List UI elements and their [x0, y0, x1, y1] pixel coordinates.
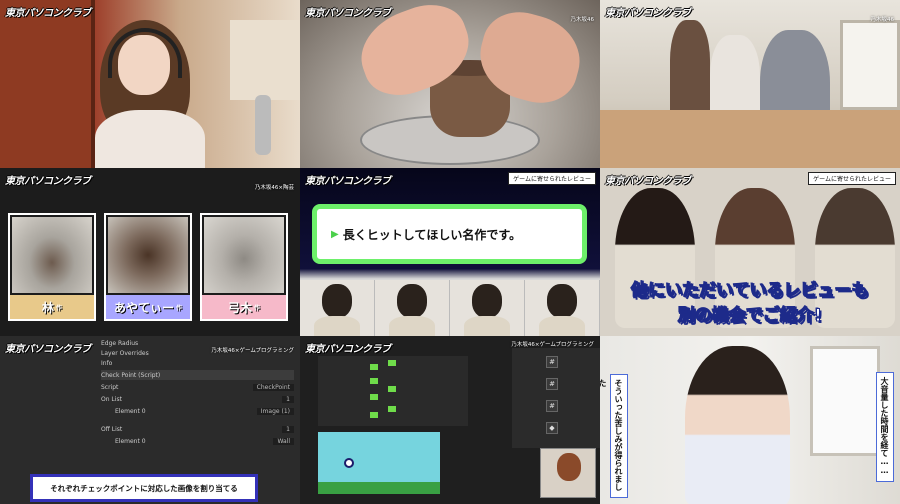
video-thumbnail-grid: 東京パソコンクラブ 東京パソコンクラブ 乃木坂46 東京パソコンクラブ 乃木坂4…	[0, 0, 900, 504]
member	[685, 346, 790, 504]
tile-caption: 乃木坂46×ゲームプログラミング	[211, 348, 294, 354]
inspector-row: Info	[101, 359, 113, 367]
member	[525, 280, 600, 336]
review-text: 長くヒットしてほしい名作です。	[342, 227, 522, 242]
microphone	[255, 95, 271, 155]
play-arrow-icon: ▶	[331, 228, 339, 240]
interview-window	[810, 346, 880, 456]
work-photo	[108, 217, 188, 293]
webcam-overlay	[540, 448, 596, 498]
tile-pottery-class[interactable]: 東京パソコンクラブ 乃木坂46	[600, 0, 900, 168]
show-logo: 東京パソコンクラブ	[305, 176, 391, 187]
inspector-row: Script CheckPoint	[101, 382, 294, 392]
inspector-row[interactable]: Element 0 Wall	[115, 436, 294, 446]
show-logo: 東京パソコンクラブ	[305, 344, 391, 355]
show-logo: 東京パソコンクラブ	[5, 176, 91, 187]
class-window	[840, 20, 900, 110]
work-photo	[12, 217, 92, 293]
studio-window	[230, 20, 300, 100]
subtitle: それぞれチェックポイントに対応した画像を割り当てる	[30, 474, 258, 502]
game-view[interactable]	[318, 432, 440, 494]
tile-review[interactable]: 東京パソコンクラブ ゲームに寄せられたレビュー ▶ 長くヒットしてほしい名作です…	[300, 168, 600, 336]
green-block	[370, 394, 378, 400]
cube-icon[interactable]: ◆	[546, 422, 558, 434]
inspector-row[interactable]: On List 1	[101, 394, 294, 404]
hash-icon[interactable]: #	[546, 356, 558, 368]
member	[375, 280, 450, 336]
person-body	[95, 110, 205, 168]
big-caption-line1: 他にいただいているレビューも	[631, 281, 870, 302]
green-block	[370, 378, 378, 384]
inspector-row[interactable]: Element 0 Image (1)	[115, 406, 294, 416]
member	[300, 280, 375, 336]
show-logo: 東京パソコンクラブ	[305, 8, 391, 19]
big-caption-line2: 別の機会でご紹介!	[678, 306, 823, 327]
green-block	[388, 360, 396, 366]
members-row	[300, 280, 600, 336]
work-card: あやてぃー作	[104, 213, 192, 321]
tile-caption: ゲームに寄せられたレビュー	[808, 172, 896, 185]
tile-caption: 乃木坂46	[570, 17, 595, 23]
scene-view[interactable]	[318, 356, 468, 426]
vertical-caption-left: そういった苦しみが得られました	[600, 374, 628, 498]
hash-icon[interactable]: #	[546, 378, 558, 390]
ball-sprite	[344, 458, 354, 468]
component-header[interactable]: Check Point (Script)	[101, 370, 294, 380]
tile-pottery-closeup[interactable]: 東京パソコンクラブ 乃木坂46	[300, 0, 600, 168]
show-logo: 東京パソコンクラブ	[5, 344, 91, 355]
show-logo: 東京パソコンクラブ	[5, 8, 91, 19]
tile-three-members[interactable]: 東京パソコンクラブ ゲームに寄せられたレビュー 他にいただいているレビューも 別…	[600, 168, 900, 336]
member	[450, 280, 525, 336]
work-table	[600, 110, 900, 168]
tile-inspector[interactable]: 東京パソコンクラブ 乃木坂46×ゲームプログラミング Edge Radius L…	[0, 336, 300, 504]
tile-caption: 乃木坂46	[870, 17, 895, 23]
show-logo: 東京パソコンクラブ	[605, 176, 691, 187]
tile-caption: 乃木坂46×陶芸	[254, 185, 294, 191]
work-card: 弓木作	[200, 213, 288, 321]
green-block	[370, 364, 378, 370]
green-block	[388, 386, 396, 392]
inspector-row[interactable]: Off List 1	[101, 424, 294, 434]
green-block	[388, 406, 396, 412]
work-label: 林作	[10, 295, 94, 319]
tile-caption: 乃木坂46×ゲームプログラミング	[511, 342, 594, 348]
tile-pottery-works[interactable]: 東京パソコンクラブ 乃木坂46×陶芸 林作 あやてぃー作 弓木作	[0, 168, 300, 336]
studio-wall	[0, 0, 95, 168]
tile-studio[interactable]: 東京パソコンクラブ	[0, 0, 300, 168]
work-photo	[204, 217, 284, 293]
ground	[318, 482, 440, 494]
work-label: 弓木作	[202, 295, 286, 319]
green-block	[370, 412, 378, 418]
hash-icon[interactable]: #	[546, 400, 558, 412]
tile-caption: ゲームに寄せられたレビュー	[508, 172, 596, 185]
person-1	[670, 20, 710, 120]
vertical-caption-right: 大音量した時間を経て……	[876, 372, 894, 482]
show-logo: 東京パソコンクラブ	[605, 8, 691, 19]
tile-game-editor[interactable]: 東京パソコンクラブ 乃木坂46×ゲームプログラミング # # # ◆	[300, 336, 600, 504]
work-card: 林作	[8, 213, 96, 321]
assets-panel: # # # ◆	[512, 348, 600, 448]
work-label: あやてぃー作	[106, 295, 190, 319]
review-box: ▶ 長くヒットしてほしい名作です。	[312, 204, 587, 264]
tile-interview[interactable]: そういった苦しみが得られました 大音量した時間を経て……	[600, 336, 900, 504]
